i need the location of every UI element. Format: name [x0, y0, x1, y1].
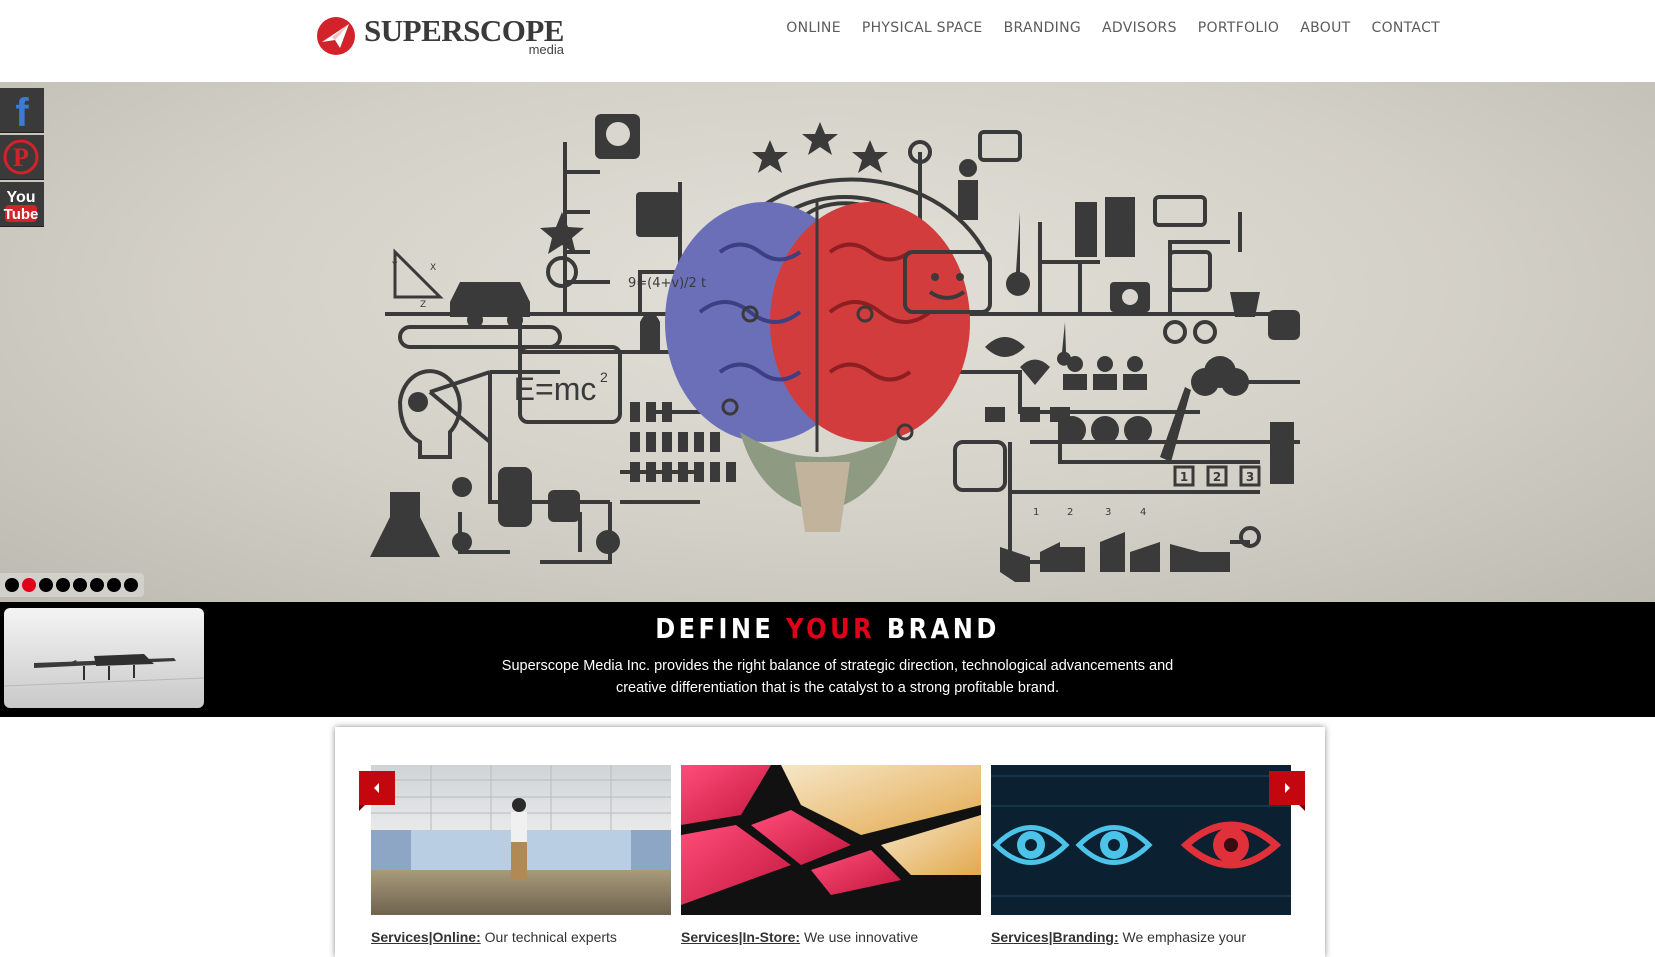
slider-dot-5[interactable] — [73, 578, 87, 592]
band-description: Superscope Media Inc. provides the right… — [501, 658, 1174, 696]
podium-number-2: 2 — [1213, 470, 1221, 484]
digital-eyes-image — [991, 765, 1291, 915]
logo-subtitle: media — [528, 42, 564, 57]
service-card-instore: Services|In-Store: We use innovative — [681, 765, 981, 945]
nav-branding[interactable]: BRANDING — [1004, 20, 1081, 36]
carousel-next-button[interactable] — [1269, 771, 1305, 811]
nav-online[interactable]: ONLINE — [786, 20, 841, 36]
nav-advisors[interactable]: ADVISORS — [1102, 20, 1177, 36]
service-card-instore-link[interactable]: Services|In-Store: — [681, 929, 800, 945]
services-carousel: Services|Online: Our technical experts S… — [335, 727, 1325, 957]
facebook-glyph: f — [15, 91, 29, 132]
nav-about[interactable]: ABOUT — [1300, 20, 1350, 36]
chart-number-3: 3 — [1105, 507, 1111, 518]
service-card-online-desc: Our technical experts — [480, 929, 617, 945]
logo-text: SUPERSCOPE media — [364, 14, 564, 58]
brain-infographic: E=mc 2 9=(4+v)/2 t Y X Z 1 2 3 4 1 2 3 — [370, 114, 1300, 582]
service-card-online-link[interactable]: Services|Online: — [371, 929, 481, 945]
slider-dot-7[interactable] — [107, 578, 121, 592]
chart-number-2: 2 — [1067, 507, 1073, 518]
carousel-prev-button[interactable] — [359, 771, 395, 811]
slide-thumbnail[interactable] — [4, 608, 204, 708]
service-card-branding: Services|Branding: We emphasize your — [991, 765, 1291, 945]
formula-exponent: 2 — [600, 369, 608, 385]
slider-dot-2[interactable] — [22, 578, 36, 592]
service-card-branding-link[interactable]: Services|Branding: — [991, 929, 1119, 945]
hero-slide: E=mc 2 9=(4+v)/2 t Y X Z 1 2 3 4 1 2 3 — [0, 82, 1655, 602]
facebook-icon: f — [0, 88, 44, 132]
formula-text: E=mc — [514, 371, 597, 407]
lightbox-panels-image — [681, 765, 981, 915]
stars — [752, 122, 888, 173]
pinterest-glyph: P — [13, 143, 29, 172]
chart-numbers: 1 2 3 4 — [1033, 507, 1146, 518]
main-nav: ONLINE PHYSICAL SPACE BRANDING ADVISORS … — [765, 20, 1440, 36]
axis-label-y: Y — [391, 261, 398, 271]
slider-dot-3[interactable] — [39, 578, 53, 592]
superscope-logo[interactable]: SUPERSCOPE media — [316, 14, 564, 58]
paper-plane-logo-icon — [317, 17, 355, 55]
service-card-online-image[interactable] — [371, 765, 671, 915]
band-title: DEFINE YOUR BRAND — [116, 612, 1539, 645]
chart-number-4: 4 — [1140, 507, 1146, 518]
youtube-word-you: You — [6, 189, 35, 206]
service-card-branding-desc: We emphasize your — [1118, 929, 1246, 945]
office-room-image — [371, 765, 671, 915]
pinterest-button[interactable]: P — [0, 135, 44, 180]
nav-physical-space[interactable]: PHYSICAL SPACE — [862, 20, 983, 36]
social-bar: f P You Tube — [0, 88, 44, 229]
service-card-branding-text: Services|Branding: We emphasize your — [991, 929, 1291, 945]
site-header: SUPERSCOPE media ONLINE PHYSICAL SPACE B… — [0, 0, 1655, 82]
nav-portfolio[interactable]: PORTFOLIO — [1198, 20, 1279, 36]
band-title-start: DEFINE — [655, 612, 787, 645]
axis-label-x: X — [430, 263, 436, 273]
equation-text: 9=(4+v)/2 t — [628, 276, 706, 291]
slider-dot-1[interactable] — [5, 578, 19, 592]
youtube-word-tube: Tube — [4, 206, 39, 223]
slider-dot-4[interactable] — [56, 578, 70, 592]
chevron-right-icon — [1285, 783, 1290, 793]
slider-dot-8[interactable] — [124, 578, 138, 592]
slider-pagination — [0, 573, 144, 597]
chart-number-1: 1 — [1033, 507, 1039, 518]
youtube-icon: You Tube — [0, 182, 44, 226]
service-card-online: Services|Online: Our technical experts — [371, 765, 671, 945]
drone-thumbnail-image — [4, 608, 204, 708]
nav-contact[interactable]: CONTACT — [1372, 20, 1441, 36]
youtube-button[interactable]: You Tube — [0, 182, 44, 227]
service-card-instore-image[interactable] — [681, 765, 981, 915]
facebook-button[interactable]: f — [0, 88, 44, 133]
podium-numbers: 1 2 3 — [1180, 470, 1254, 484]
pinterest-icon: P — [0, 135, 44, 179]
service-card-branding-image[interactable] — [991, 765, 1291, 915]
chevron-left-icon — [374, 783, 379, 793]
service-card-instore-desc: We use innovative — [800, 929, 919, 945]
podium-number-1: 1 — [1180, 470, 1188, 484]
band-title-end: BRAND — [875, 612, 1000, 645]
axis-label-z: Z — [420, 300, 426, 310]
service-card-online-text: Services|Online: Our technical experts — [371, 929, 671, 945]
service-card-instore-text: Services|In-Store: We use innovative — [681, 929, 981, 945]
band-title-accent: YOUR — [786, 612, 876, 645]
podium-number-3: 3 — [1246, 470, 1254, 484]
slider-dot-6[interactable] — [90, 578, 104, 592]
